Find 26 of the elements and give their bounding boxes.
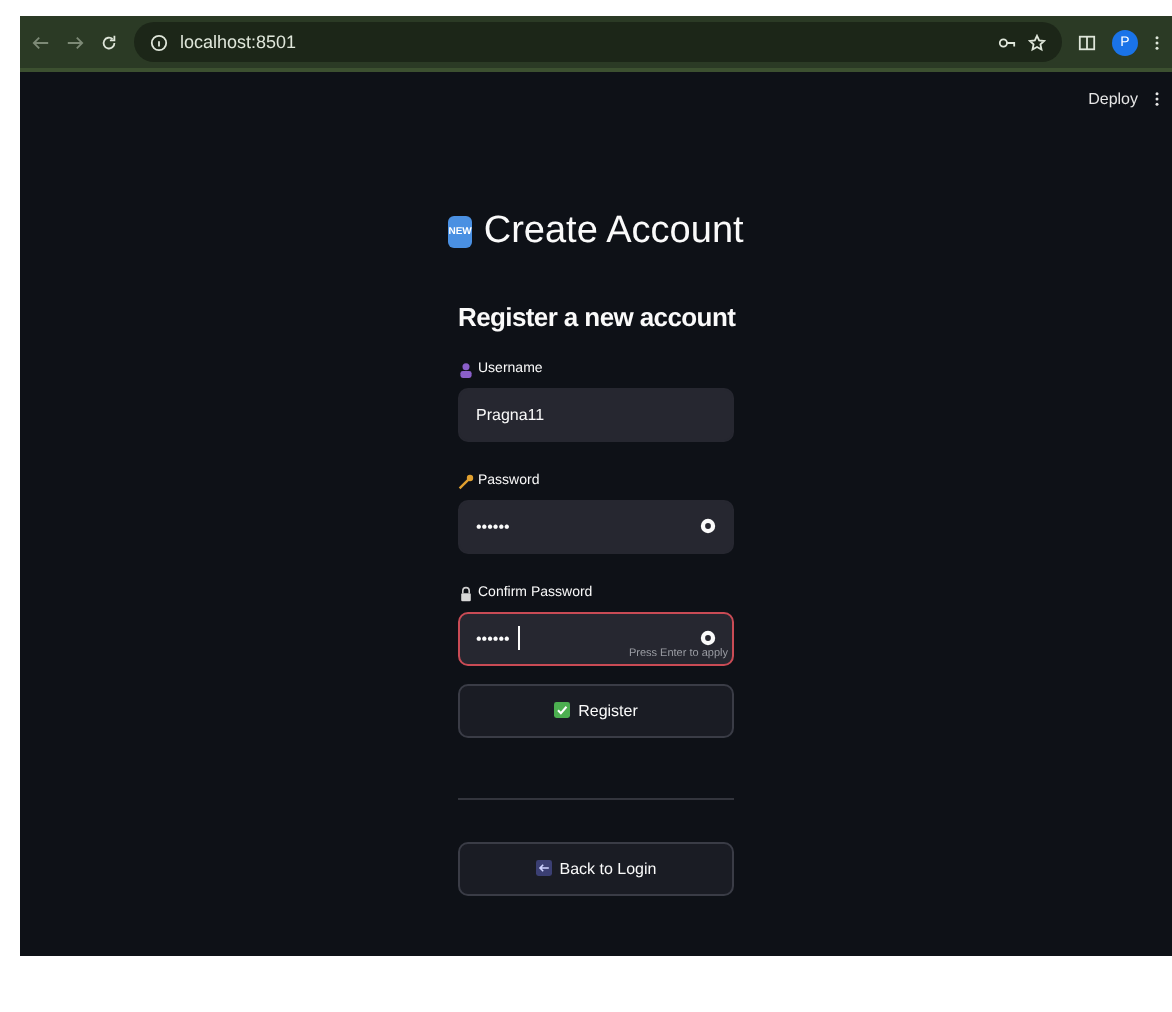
field-value: •••••• <box>476 517 510 536</box>
person-icon <box>458 361 474 378</box>
menu-icon[interactable] <box>1154 89 1160 107</box>
key-icon[interactable] <box>998 33 1016 51</box>
lock-icon <box>458 585 474 602</box>
register-button[interactable]: Register <box>458 683 734 738</box>
back-to-login-button[interactable]: Back to Login <box>458 841 734 896</box>
forward-icon[interactable] <box>66 33 84 51</box>
password-field[interactable]: •••••• <box>458 499 734 554</box>
info-icon[interactable] <box>150 33 168 51</box>
star-icon[interactable] <box>1028 33 1046 51</box>
page-title: Create Account <box>483 210 744 254</box>
url-text: localhost:8501 <box>180 32 297 52</box>
check-icon <box>554 702 571 719</box>
form-heading: Register a new account <box>458 302 736 334</box>
menu-icon[interactable] <box>1154 33 1160 51</box>
key-icon <box>458 473 474 490</box>
text-caret <box>517 626 520 651</box>
reload-icon[interactable] <box>100 33 118 51</box>
field-value: •••••• <box>476 629 510 648</box>
back-icon[interactable] <box>32 33 50 51</box>
input-field[interactable]: Pragna11 <box>458 387 734 442</box>
field-value: Pragna11 <box>476 405 545 424</box>
left-arrow-icon <box>535 860 552 877</box>
deploy-button[interactable]: Deploy <box>1088 89 1138 107</box>
address-bar[interactable]: localhost:8501 <box>134 22 1062 62</box>
